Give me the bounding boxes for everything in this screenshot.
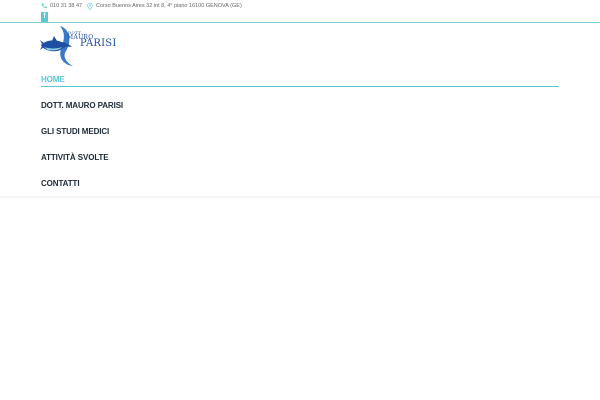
map-pin-icon: [87, 2, 93, 10]
nav-item-label[interactable]: ATTIVITÀ SVOLTE: [41, 153, 109, 162]
logo-text-parisi: PARISI: [80, 38, 117, 49]
main-nav: HOME DOTT. MAURO PARISI GLI STUDI MEDICI…: [41, 71, 559, 201]
top-bar: 010 31 38 47 Corso Buenos Aires 32 int 8…: [0, 0, 600, 23]
address-contact: Corso Buenos Aires 32 int 8, 4° piano 16…: [87, 1, 242, 11]
address-text: Corso Buenos Aires 32 int 8, 4° piano 16…: [96, 3, 242, 9]
nav-item-label[interactable]: GLI STUDI MEDICI: [41, 127, 109, 136]
nav-item-studi-medici[interactable]: GLI STUDI MEDICI: [41, 123, 559, 149]
nav-item-label[interactable]: HOME: [41, 75, 65, 84]
facebook-glyph: f: [43, 13, 46, 20]
phone-contact[interactable]: 010 31 38 47: [41, 1, 82, 11]
nav-item-label[interactable]: DOTT. MAURO PARISI: [41, 101, 123, 110]
nav-item-label[interactable]: CONTATTI: [41, 179, 80, 188]
header-shadow: [0, 196, 600, 200]
facebook-icon[interactable]: f: [41, 12, 48, 22]
phone-number[interactable]: 010 31 38 47: [50, 3, 82, 9]
nav-item-attivita-svolte[interactable]: ATTIVITÀ SVOLTE: [41, 149, 559, 175]
nav-item-dott-mauro-parisi[interactable]: DOTT. MAURO PARISI: [41, 97, 559, 123]
nav-item-home[interactable]: HOME: [41, 71, 559, 97]
nav-active-underline: [41, 86, 559, 87]
phone-icon: [41, 3, 47, 9]
